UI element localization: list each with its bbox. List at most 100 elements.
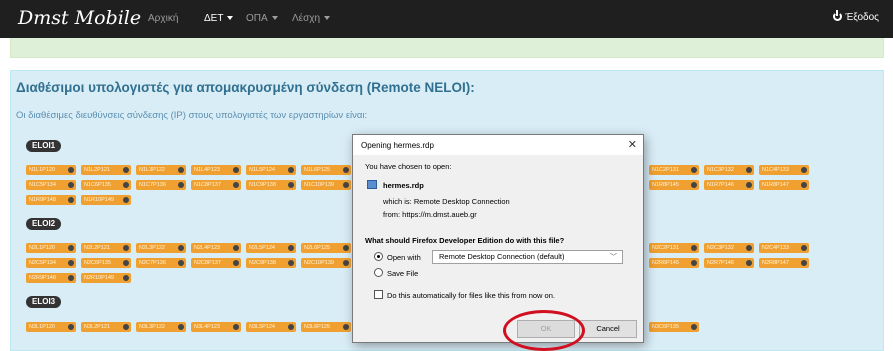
top-navbar: Dmst Mobile Αρχική ΔΕΤ ΟΠΑ Λέσχη Έξοδος xyxy=(0,0,893,38)
computer-chip[interactable]: N2C6P135 xyxy=(81,258,131,268)
computer-chip[interactable]: N2C9P138 xyxy=(246,258,296,268)
connect-icon xyxy=(68,197,74,203)
computer-chip[interactable]: N1C7P136 xyxy=(136,180,186,190)
computer-chip-label: N2L6P125 xyxy=(304,245,330,251)
nav-opa[interactable]: ΟΠΑ xyxy=(246,13,278,24)
logout-link[interactable]: Έξοδος xyxy=(833,10,879,23)
connect-icon xyxy=(288,260,294,266)
computer-chip[interactable]: N3L2P121 xyxy=(81,322,131,332)
computer-chip[interactable]: N1R7P146 xyxy=(704,180,754,190)
computer-chip[interactable]: N2R9P148 xyxy=(26,273,76,283)
computer-chip[interactable]: N2L5P124 xyxy=(246,243,296,253)
computer-chip[interactable]: N1C6P135 xyxy=(81,180,131,190)
open-file-dialog: Opening hermes.rdp ✕ You have chosen to … xyxy=(352,134,644,343)
open-with-radio[interactable] xyxy=(374,252,383,261)
computer-chip-label: N2L4P123 xyxy=(194,245,220,251)
computer-chip[interactable]: N1C3P132 xyxy=(704,165,754,175)
computer-chip[interactable]: N1L1P120 xyxy=(26,165,76,175)
computer-chip-label: N1R7P146 xyxy=(707,182,734,188)
computer-chip[interactable]: N3L6P125 xyxy=(301,322,351,332)
dialog-titlebar: Opening hermes.rdp ✕ xyxy=(353,135,643,155)
computer-chip[interactable]: N1L5P124 xyxy=(246,165,296,175)
nav-det[interactable]: ΔΕΤ xyxy=(204,13,234,24)
computer-chip-label: N1R10P149 xyxy=(84,197,114,203)
computer-chip-label: N2C7P136 xyxy=(139,260,166,266)
nav-club[interactable]: Λέσχη xyxy=(292,13,331,24)
power-icon xyxy=(833,10,843,21)
annotation-circle xyxy=(503,310,585,351)
connect-icon xyxy=(233,245,239,251)
connect-icon xyxy=(691,324,697,330)
connect-icon xyxy=(123,324,129,330)
computer-chip[interactable]: N2C2P131 xyxy=(649,243,699,253)
computer-chip[interactable]: N2R7P146 xyxy=(704,258,754,268)
computer-chip[interactable]: N1L3P122 xyxy=(136,165,186,175)
computer-chip-label: N3L2P121 xyxy=(84,324,110,330)
save-file-radio[interactable] xyxy=(374,268,383,277)
open-with-label[interactable]: Open with xyxy=(387,253,421,262)
computer-chip-label: N2C5P134 xyxy=(29,260,56,266)
computer-chip-label: N1L2P121 xyxy=(84,167,110,173)
computer-chip[interactable]: N1C2P131 xyxy=(649,165,699,175)
connect-icon xyxy=(288,324,294,330)
connect-icon xyxy=(178,324,184,330)
connect-icon xyxy=(68,167,74,173)
close-icon[interactable]: ✕ xyxy=(628,138,637,151)
computer-chip[interactable]: N2C10P139 xyxy=(301,258,351,268)
computer-chip-label: N2R6P145 xyxy=(652,260,679,266)
computer-chip[interactable]: N2R8P147 xyxy=(759,258,809,268)
file-source: from: https://m.dmst.aueb.gr xyxy=(383,210,477,219)
computer-chip[interactable]: N2L6P125 xyxy=(301,243,351,253)
computer-chip[interactable]: N1L4P123 xyxy=(191,165,241,175)
computer-chip[interactable]: N2L4P123 xyxy=(191,243,241,253)
computer-chip[interactable]: N1C4P133 xyxy=(759,165,809,175)
open-with-select[interactable]: Remote Desktop Connection (default) ﹀ xyxy=(432,250,623,264)
computer-chip[interactable]: N1L2P121 xyxy=(81,165,131,175)
computer-chip[interactable]: N3L1P120 xyxy=(26,322,76,332)
computer-chip[interactable]: N1R8P147 xyxy=(759,180,809,190)
connect-icon xyxy=(691,260,697,266)
save-file-label[interactable]: Save File xyxy=(387,269,418,278)
connect-icon xyxy=(746,182,752,188)
computer-chip[interactable]: N2C5P134 xyxy=(26,258,76,268)
computer-chip[interactable]: N2R6P145 xyxy=(649,258,699,268)
computer-chip[interactable]: N3L5P124 xyxy=(246,322,296,332)
computer-chip[interactable]: N1R10P149 xyxy=(81,195,131,205)
computer-chip[interactable]: N2C3P132 xyxy=(704,243,754,253)
computer-chip[interactable]: N1L6P125 xyxy=(301,165,351,175)
computer-chip[interactable]: N2L2P121 xyxy=(81,243,131,253)
cancel-button[interactable]: Cancel xyxy=(579,320,637,338)
computer-chip-label: N1L4P123 xyxy=(194,167,220,173)
lab-label-eloi3: ELOI3 xyxy=(26,296,62,308)
computer-chip-label: N1R8P147 xyxy=(762,182,789,188)
computer-chip[interactable]: N1C10P139 xyxy=(301,180,351,190)
auto-label[interactable]: Do this automatically for files like thi… xyxy=(387,291,555,300)
connect-icon xyxy=(68,245,74,251)
connect-icon xyxy=(746,260,752,266)
connect-icon xyxy=(233,182,239,188)
computer-chip[interactable]: N2C7P136 xyxy=(136,258,186,268)
computer-chip[interactable]: N1C8P137 xyxy=(191,180,241,190)
computer-chip[interactable]: N2C4P133 xyxy=(759,243,809,253)
computer-chip[interactable]: N2L1P120 xyxy=(26,243,76,253)
chosen-text: You have chosen to open: xyxy=(365,162,452,171)
computer-chip-label: N2C9P138 xyxy=(249,260,276,266)
computer-chip[interactable]: N3L4P123 xyxy=(191,322,241,332)
computer-chip[interactable]: N2C8P137 xyxy=(191,258,241,268)
computer-chip-label: N1C7P136 xyxy=(139,182,166,188)
computer-chip[interactable]: N3L3P122 xyxy=(136,322,186,332)
computer-chip[interactable]: N1C5P134 xyxy=(26,180,76,190)
computer-chip[interactable]: N2R10P149 xyxy=(81,273,131,283)
brand-logo[interactable]: Dmst Mobile xyxy=(18,7,141,29)
auto-checkbox[interactable] xyxy=(374,290,383,299)
computer-chip[interactable]: N2L3P122 xyxy=(136,243,186,253)
computer-chip[interactable]: N1R9P148 xyxy=(26,195,76,205)
computer-chip-label: N2C4P133 xyxy=(762,245,789,251)
computer-chip[interactable]: N1C9P138 xyxy=(246,180,296,190)
connect-icon xyxy=(288,167,294,173)
nav-home[interactable]: Αρχική xyxy=(148,13,178,24)
computer-chip[interactable]: N3C6P135 xyxy=(649,322,699,332)
computer-chip[interactable]: N1R8P145 xyxy=(649,180,699,190)
computer-chip-label: N2L2P121 xyxy=(84,245,110,251)
connect-icon xyxy=(288,182,294,188)
